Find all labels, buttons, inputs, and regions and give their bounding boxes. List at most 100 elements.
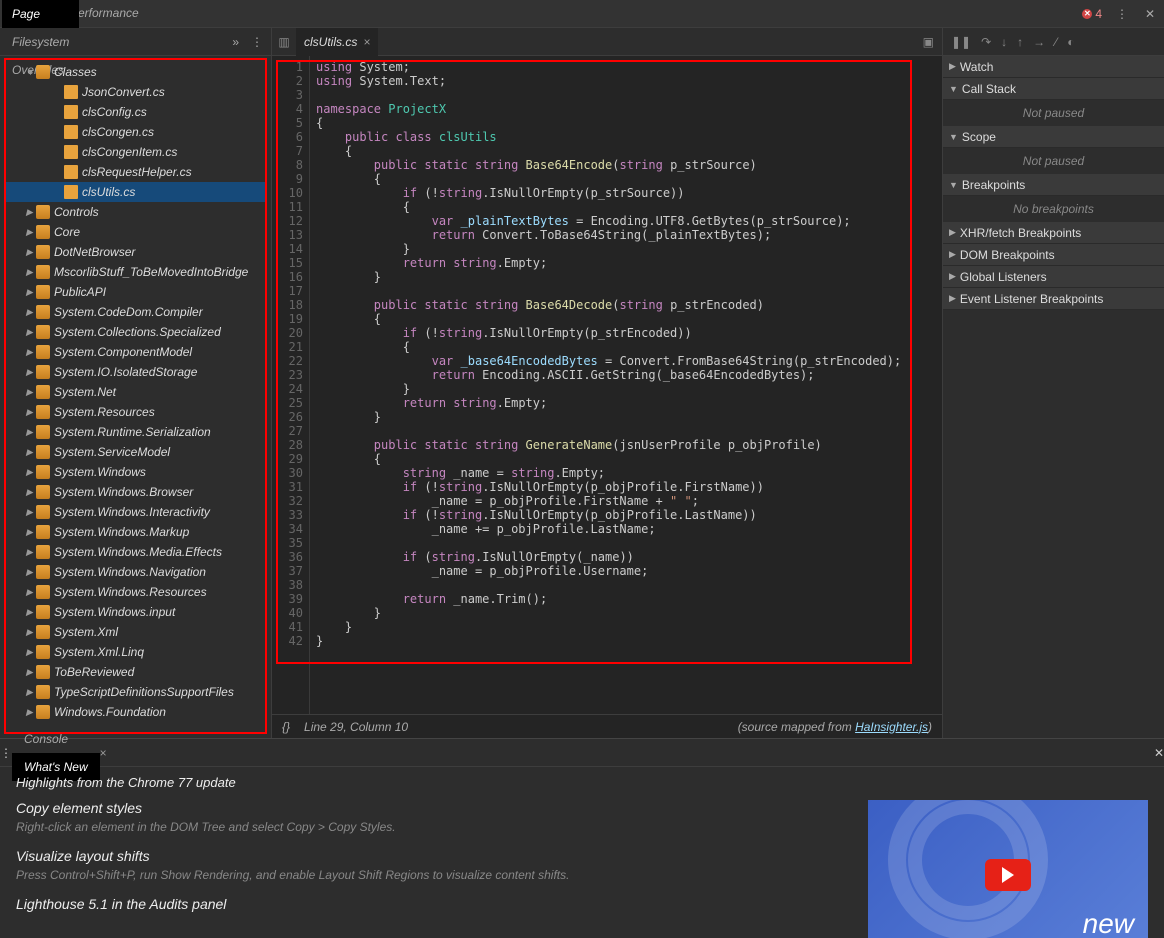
pause-exceptions-icon[interactable]: ◐ bbox=[1067, 35, 1074, 49]
pane-event-listener-breakpoints[interactable]: ▶Event Listener Breakpoints bbox=[943, 288, 1164, 310]
close-drawer-icon[interactable]: ✕ bbox=[1154, 746, 1164, 760]
folder-item[interactable]: ▶PublicAPI bbox=[6, 282, 265, 302]
cursor-position: Line 29, Column 10 bbox=[304, 720, 408, 734]
folder-item[interactable]: ▶System.Resources bbox=[6, 402, 265, 422]
history-icon[interactable]: ▣ bbox=[915, 35, 942, 49]
nav-tab-page[interactable]: Page bbox=[2, 0, 79, 28]
folder-icon bbox=[36, 225, 50, 239]
folder-icon bbox=[36, 425, 50, 439]
tree-label: System.Windows.Browser bbox=[54, 485, 193, 499]
folder-item[interactable]: ▶System.ComponentModel bbox=[6, 342, 265, 362]
folder-item[interactable]: ▶System.CodeDom.Compiler bbox=[6, 302, 265, 322]
whatsnew-title: Highlights from the Chrome 77 update bbox=[0, 767, 1164, 790]
code-content[interactable]: using System;using System.Text; namespac… bbox=[310, 56, 942, 714]
step-icon[interactable]: → bbox=[1033, 35, 1045, 49]
pane-scope[interactable]: ▼Scope bbox=[943, 126, 1164, 148]
step-over-icon[interactable]: ↷ bbox=[981, 35, 991, 49]
folder-item[interactable]: ▶Controls bbox=[6, 202, 265, 222]
folder-icon bbox=[36, 265, 50, 279]
source-map-link[interactable]: HaInsighter.js bbox=[855, 720, 928, 734]
pane-body: Not paused bbox=[943, 148, 1164, 174]
whatsnew-item[interactable]: Lighthouse 5.1 in the Audits panel bbox=[16, 896, 838, 912]
folder-item[interactable]: ▶System.Windows.Resources bbox=[6, 582, 265, 602]
pane-global-listeners[interactable]: ▶Global Listeners bbox=[943, 266, 1164, 288]
folder-item[interactable]: ▶Core bbox=[6, 222, 265, 242]
folder-item[interactable]: ▶System.Windows bbox=[6, 462, 265, 482]
editor-tab-label: clsUtils.cs bbox=[304, 35, 357, 49]
close-drawer-tab-icon[interactable]: × bbox=[100, 746, 107, 760]
tree-label: clsUtils.cs bbox=[82, 185, 135, 199]
folder-item[interactable]: ▶System.IO.IsolatedStorage bbox=[6, 362, 265, 382]
folder-icon bbox=[36, 605, 50, 619]
file-tree[interactable]: ▼Classes▶JsonConvert.cs▶clsConfig.cs▶cls… bbox=[4, 58, 267, 734]
folder-item[interactable]: ▶System.ServiceModel bbox=[6, 442, 265, 462]
folder-icon bbox=[36, 465, 50, 479]
tree-label: System.Collections.Specialized bbox=[54, 325, 221, 339]
folder-item[interactable]: ▶System.Windows.Interactivity bbox=[6, 502, 265, 522]
tree-label: MscorlibStuff_ToBeMovedIntoBridge bbox=[54, 265, 248, 279]
folder-item[interactable]: ▶System.Windows.Media.Effects bbox=[6, 542, 265, 562]
folder-item[interactable]: ▶MscorlibStuff_ToBeMovedIntoBridge bbox=[6, 262, 265, 282]
file-item[interactable]: ▶clsUtils.cs bbox=[6, 182, 265, 202]
pane-call-stack[interactable]: ▼Call Stack bbox=[943, 78, 1164, 100]
file-item[interactable]: ▶clsCongenItem.cs bbox=[6, 142, 265, 162]
deactivate-bp-icon[interactable]: ⁄ bbox=[1055, 35, 1057, 49]
drawer-tab-console[interactable]: Console bbox=[12, 725, 100, 753]
folder-item[interactable]: ▶System.Windows.Navigation bbox=[6, 562, 265, 582]
folder-item[interactable]: ▶System.Windows.Browser bbox=[6, 482, 265, 502]
folder-icon bbox=[36, 365, 50, 379]
folder-item[interactable]: ▶DotNetBrowser bbox=[6, 242, 265, 262]
show-navigator-icon[interactable]: ▥ bbox=[272, 35, 296, 49]
navigator-menu-icon[interactable]: ⋮ bbox=[245, 35, 269, 49]
file-item[interactable]: ▶clsRequestHelper.cs bbox=[6, 162, 265, 182]
step-into-icon[interactable]: ↓ bbox=[1001, 35, 1007, 49]
whatsnew-item[interactable]: Visualize layout shiftsPress Control+Shi… bbox=[16, 848, 838, 882]
whatsnew-item[interactable]: Copy element stylesRight-click an elemen… bbox=[16, 800, 838, 834]
navigator-panel: PageFilesystemOverrides » ⋮ ▼Classes▶Jso… bbox=[0, 28, 272, 738]
folder-item[interactable]: ▶System.Xml bbox=[6, 622, 265, 642]
file-item[interactable]: ▶clsCongen.cs bbox=[6, 122, 265, 142]
folder-icon bbox=[36, 285, 50, 299]
tree-label: System.Resources bbox=[54, 405, 155, 419]
folder-item[interactable]: ▼Classes bbox=[6, 62, 265, 82]
file-item[interactable]: ▶JsonConvert.cs bbox=[6, 82, 265, 102]
play-icon[interactable] bbox=[985, 859, 1031, 891]
settings-menu-icon[interactable]: ⋮ bbox=[1108, 0, 1136, 28]
code-editor[interactable]: 1234567891011121314151617181920212223242… bbox=[272, 56, 942, 714]
folder-item[interactable]: ▶ToBeReviewed bbox=[6, 662, 265, 682]
drawer-menu-icon[interactable]: ⋮ bbox=[0, 746, 12, 760]
tree-label: JsonConvert.cs bbox=[82, 85, 165, 99]
nav-tab-filesystem[interactable]: Filesystem bbox=[2, 28, 79, 56]
file-icon bbox=[64, 85, 78, 99]
folder-item[interactable]: ▶System.Xml.Linq bbox=[6, 642, 265, 662]
folder-item[interactable]: ▶TypeScriptDefinitionsSupportFiles bbox=[6, 682, 265, 702]
file-icon bbox=[64, 125, 78, 139]
folder-item[interactable]: ▶System.Net bbox=[6, 382, 265, 402]
close-icon[interactable]: ✕ bbox=[1136, 0, 1164, 28]
pane-watch[interactable]: ▶Watch bbox=[943, 56, 1164, 78]
tree-label: System.Windows bbox=[54, 465, 146, 479]
braces-icon[interactable]: {} bbox=[282, 720, 290, 734]
folder-item[interactable]: ▶System.Windows.input bbox=[6, 602, 265, 622]
more-tabs-icon[interactable]: » bbox=[226, 35, 245, 49]
close-tab-icon[interactable]: × bbox=[363, 35, 370, 49]
folder-icon bbox=[36, 705, 50, 719]
folder-item[interactable]: ▶System.Collections.Specialized bbox=[6, 322, 265, 342]
file-icon bbox=[64, 185, 78, 199]
pause-icon[interactable]: ❚❚ bbox=[951, 35, 971, 49]
pane-dom-breakpoints[interactable]: ▶DOM Breakpoints bbox=[943, 244, 1164, 266]
folder-item[interactable]: ▶Windows.Foundation bbox=[6, 702, 265, 722]
step-out-icon[interactable]: ↑ bbox=[1017, 35, 1023, 49]
editor-tab[interactable]: clsUtils.cs × bbox=[296, 28, 378, 56]
drawer-panel: ⋮ ConsoleWhat's New × ✕ Highlights from … bbox=[0, 738, 1164, 938]
whatsnew-video[interactable]: new bbox=[868, 800, 1148, 938]
pane-breakpoints[interactable]: ▼Breakpoints bbox=[943, 174, 1164, 196]
folder-item[interactable]: ▶System.Windows.Markup bbox=[6, 522, 265, 542]
tree-label: System.ServiceModel bbox=[54, 445, 170, 459]
pane-xhr-fetch-breakpoints[interactable]: ▶XHR/fetch Breakpoints bbox=[943, 222, 1164, 244]
folder-item[interactable]: ▶System.Runtime.Serialization bbox=[6, 422, 265, 442]
file-item[interactable]: ▶clsConfig.cs bbox=[6, 102, 265, 122]
tree-label: PublicAPI bbox=[54, 285, 106, 299]
error-counter[interactable]: ✕4 bbox=[1082, 7, 1102, 21]
source-map-info: (source mapped from HaInsighter.js) bbox=[738, 720, 932, 734]
